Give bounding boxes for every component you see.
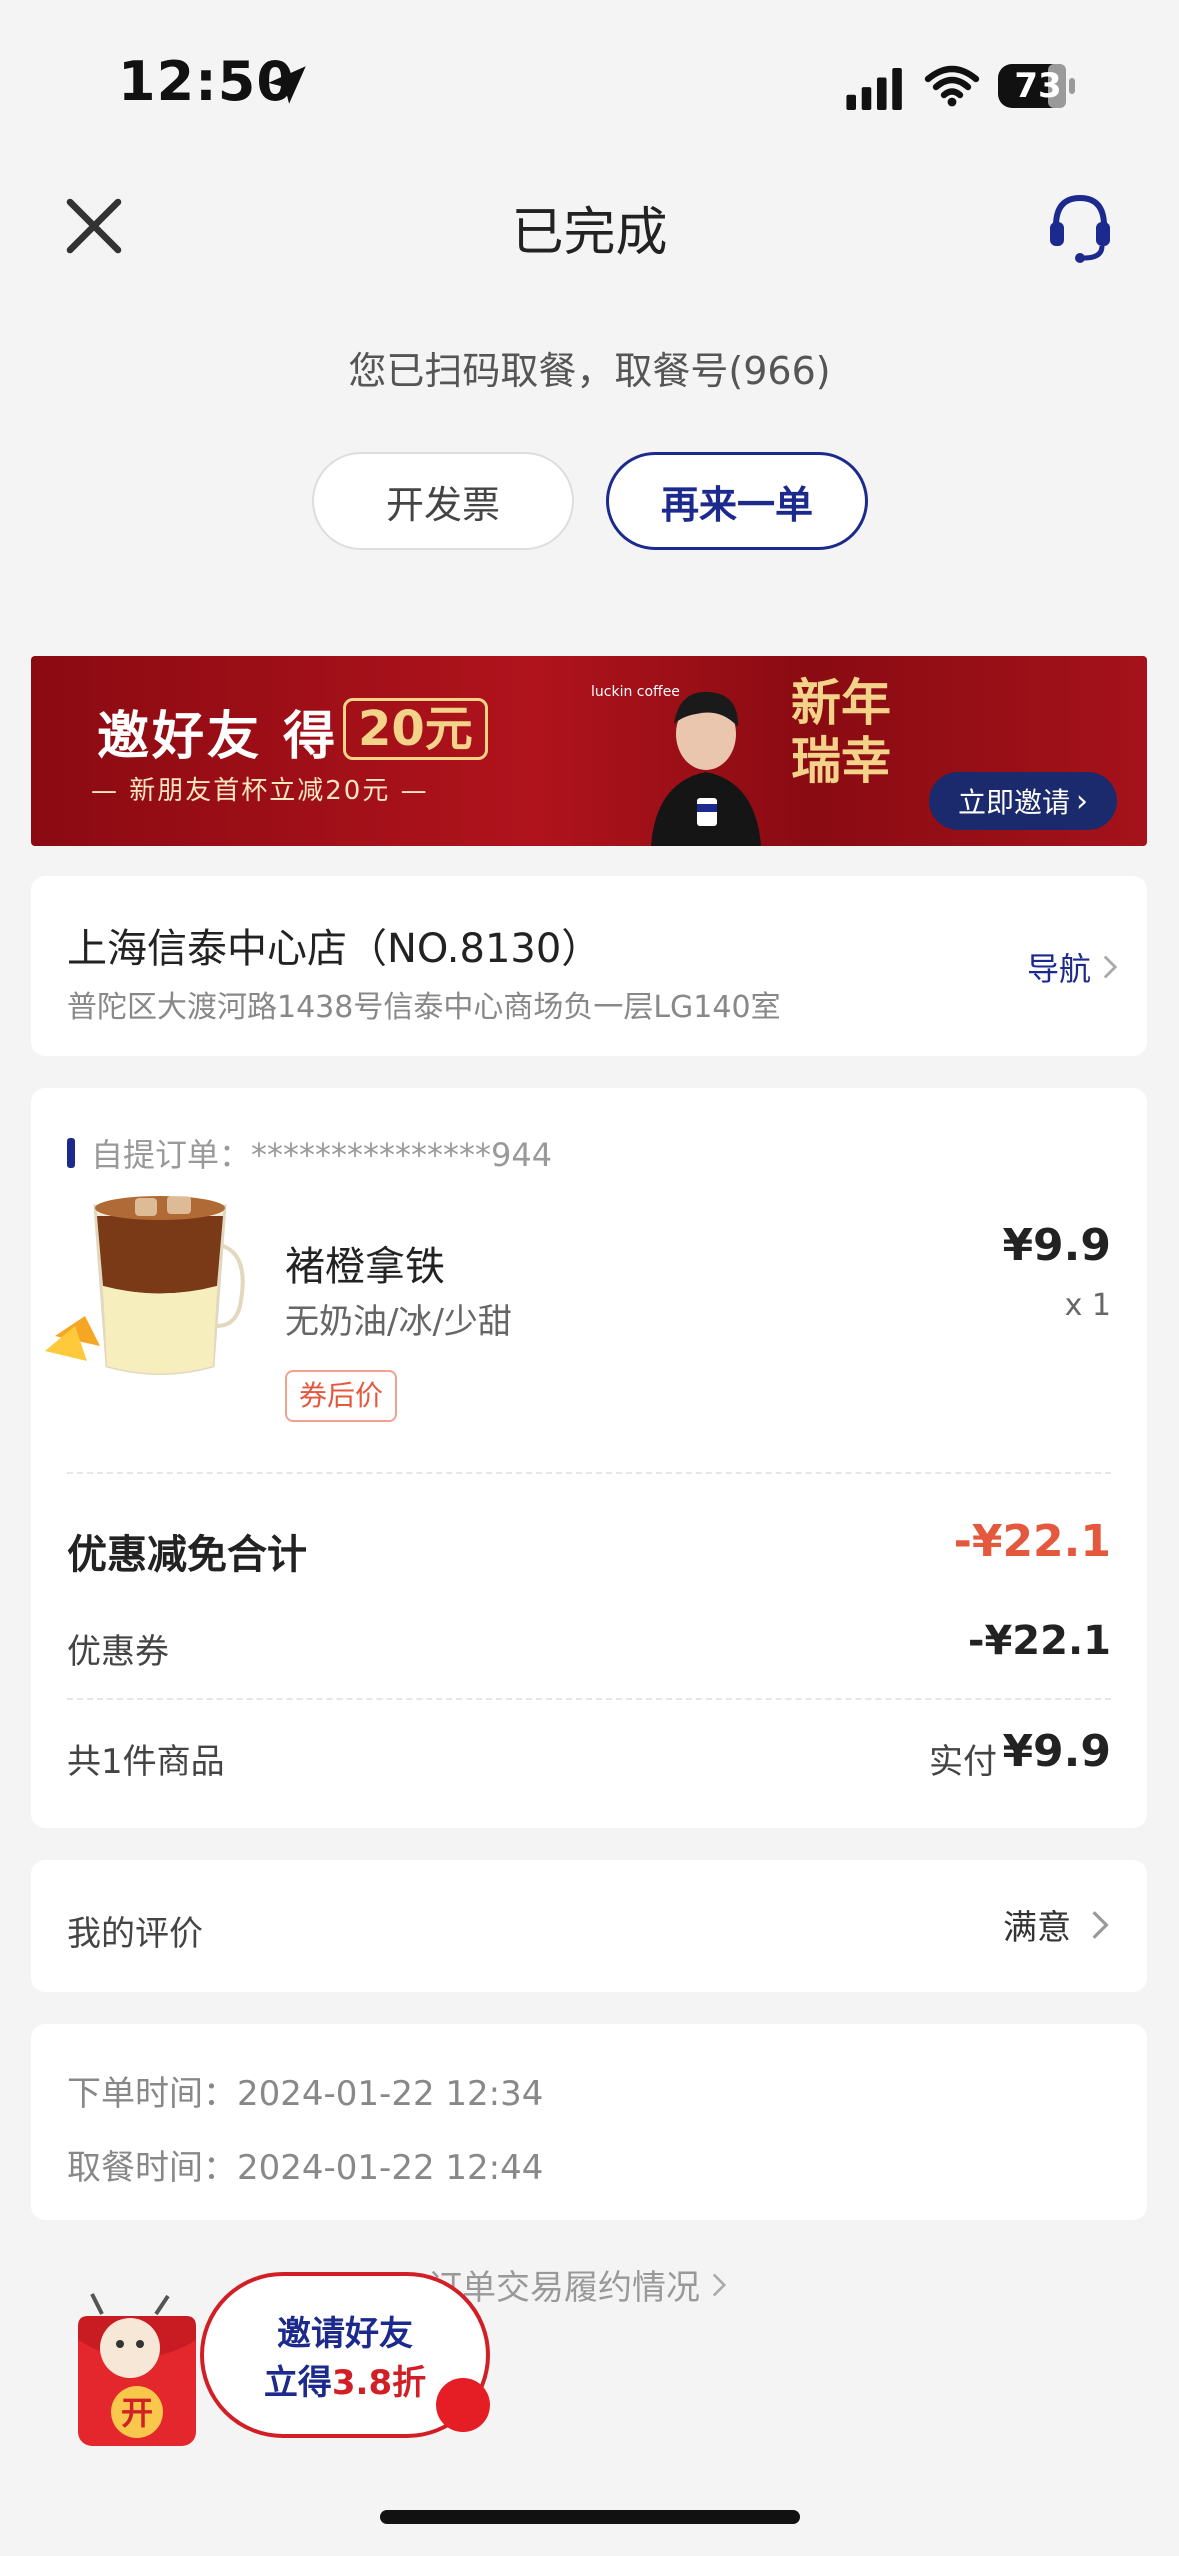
review-value-row[interactable]: 满意	[1003, 1900, 1111, 1949]
banner-amount: 20元	[343, 698, 488, 760]
invoice-button[interactable]: 开发票	[312, 452, 574, 550]
spokesperson-image	[651, 691, 761, 846]
order-card: 自提订单：***************944 褚橙拿铁 无奶油/冰/少甜 券后…	[31, 1088, 1147, 1828]
battery-level: 73	[1014, 66, 1062, 106]
divider	[67, 1472, 1111, 1474]
banner-headline: 邀好友 得	[97, 707, 339, 767]
invite-promo-banner[interactable]: 邀好友 得 20元 — 新朋友首杯立减20元 — luckin coffee 新…	[31, 656, 1147, 846]
order-number-row: 自提订单：***************944	[91, 1130, 552, 1176]
coupon-price-tag: 券后价	[285, 1370, 398, 1422]
order-number: ***************944	[251, 1136, 553, 1174]
order-type-label: 自提订单：	[91, 1136, 252, 1174]
fulfillment-link[interactable]: 订单交易履约情况	[428, 2260, 728, 2309]
coupon-label: 优惠券	[67, 1632, 169, 1672]
banner-subline: — 新朋友首杯立减20元 —	[91, 776, 429, 806]
location-arrow-icon	[268, 66, 306, 104]
discount-total-label: 优惠减免合计	[67, 1532, 307, 1578]
reorder-button[interactable]: 再来一单	[606, 452, 868, 550]
product-price: ¥9.9	[1002, 1220, 1111, 1271]
review-value: 满意	[1003, 1908, 1071, 1948]
navigation-label: 导航	[1026, 950, 1091, 988]
coupon-value: -¥22.1	[967, 1618, 1111, 1664]
cellular-signal-icon	[846, 68, 902, 110]
chevron-right-icon	[712, 2273, 727, 2296]
red-packet-icon[interactable]: 开	[70, 2286, 210, 2452]
red-packet-char: 开	[121, 2394, 153, 2432]
navigation-link[interactable]: 导航	[1027, 944, 1119, 990]
wifi-icon	[924, 65, 980, 107]
page-title: 已完成	[511, 203, 668, 263]
notification-dot	[436, 2378, 490, 2432]
chevron-right-icon	[1103, 955, 1118, 979]
home-indicator[interactable]	[380, 2510, 800, 2524]
paid-value: ¥9.9	[1002, 1726, 1111, 1777]
pickup-number-info: 您已扫码取餐，取餐号(966)	[348, 349, 831, 393]
product-quantity: x 1	[1064, 1288, 1111, 1323]
invite-now-button[interactable]: 立即邀请 ›	[929, 772, 1117, 830]
banner-festival-text: 新年瑞幸	[791, 673, 891, 790]
product-image	[45, 1196, 245, 1375]
divider	[67, 1698, 1111, 1700]
review-card[interactable]: 我的评价 满意	[31, 1860, 1147, 1992]
store-name: 上海信泰中心店（NO.8130）	[67, 926, 602, 972]
invite-now-label: 立即邀请	[957, 786, 1070, 819]
store-address: 普陀区大渡河路1438号信泰中心商场负一层LG140室	[67, 990, 781, 1025]
paid-label: 实付	[929, 1742, 997, 1782]
invite-line2: 立得3.8折	[264, 2355, 426, 2404]
chevron-right-icon	[1092, 1910, 1109, 1939]
invite-line1: 邀请好友	[277, 2314, 413, 2354]
discount-total-value: -¥22.1	[953, 1516, 1111, 1567]
item-count: 共1件商品	[67, 1742, 225, 1782]
pickup-time: 取餐时间：2024-01-22 12:44	[67, 2148, 544, 2188]
section-marker	[67, 1138, 75, 1168]
invite-line2-prefix: 立得	[263, 2363, 332, 2403]
review-label: 我的评价	[67, 1914, 203, 1954]
store-card: 上海信泰中心店（NO.8130） 普陀区大渡河路1438号信泰中心商场负一层LG…	[31, 876, 1147, 1056]
product-name: 褚橙拿铁	[285, 1244, 445, 1290]
customer-service-icon[interactable]	[1040, 186, 1120, 266]
order-time: 下单时间：2024-01-22 12:34	[67, 2074, 544, 2114]
order-times-card: 下单时间：2024-01-22 12:34 取餐时间：2024-01-22 12…	[31, 2024, 1147, 2220]
product-spec: 无奶油/冰/少甜	[285, 1302, 512, 1342]
chevron-right-icon: ›	[1076, 783, 1088, 819]
invite-discount: 3.8折	[331, 2363, 427, 2403]
